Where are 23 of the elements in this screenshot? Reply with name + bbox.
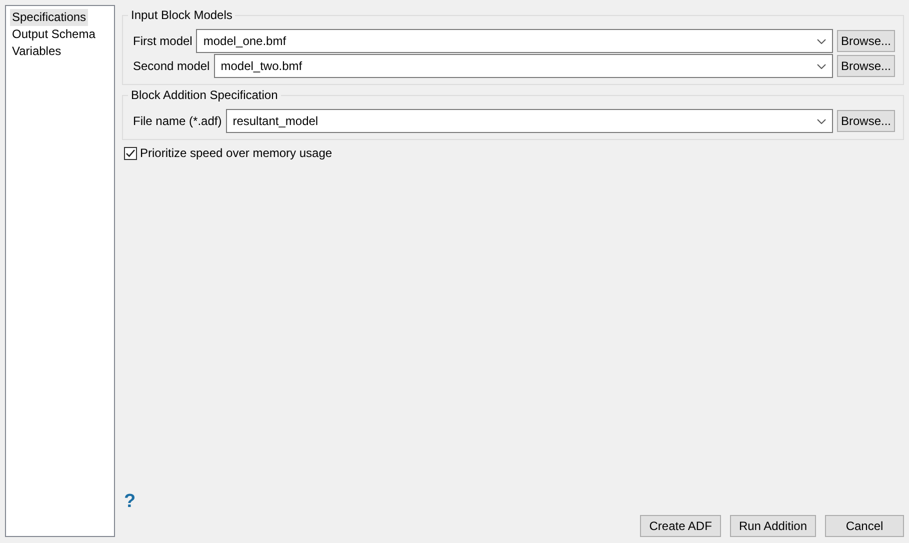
help-icon[interactable]: ? bbox=[124, 492, 136, 512]
dropdown-field[interactable]: resultant_model bbox=[226, 109, 833, 133]
dropdown-field[interactable]: model_one.bmf bbox=[196, 29, 833, 53]
checkbox[interactable] bbox=[124, 146, 137, 160]
sidebar-item[interactable]: Output Schema bbox=[10, 26, 98, 43]
action-button[interactable]: Run Addition bbox=[730, 515, 816, 537]
group-title: Input Block Models bbox=[128, 7, 236, 23]
chevron-down-icon bbox=[816, 38, 826, 44]
sidebar-item[interactable]: Specifications bbox=[10, 9, 88, 26]
field-label: File name (*.adf) bbox=[133, 113, 222, 129]
browse-button[interactable]: Browse... bbox=[836, 110, 895, 132]
sidebar-item[interactable]: Variables bbox=[10, 43, 64, 60]
browse-button[interactable]: Browse... bbox=[836, 55, 895, 77]
field-label: Second model bbox=[133, 58, 210, 74]
action-button[interactable]: Cancel bbox=[825, 515, 904, 537]
checkbox-label: Prioritize speed over memory usage bbox=[140, 145, 332, 162]
dropdown-field[interactable]: model_two.bmf bbox=[214, 54, 833, 78]
group-title: Block Addition Specification bbox=[128, 87, 281, 103]
field-label: First model bbox=[133, 33, 192, 49]
action-button[interactable]: Create ADF bbox=[640, 515, 721, 537]
browse-button[interactable]: Browse... bbox=[836, 30, 895, 52]
chevron-down-icon bbox=[816, 118, 826, 124]
chevron-down-icon bbox=[816, 64, 826, 68]
